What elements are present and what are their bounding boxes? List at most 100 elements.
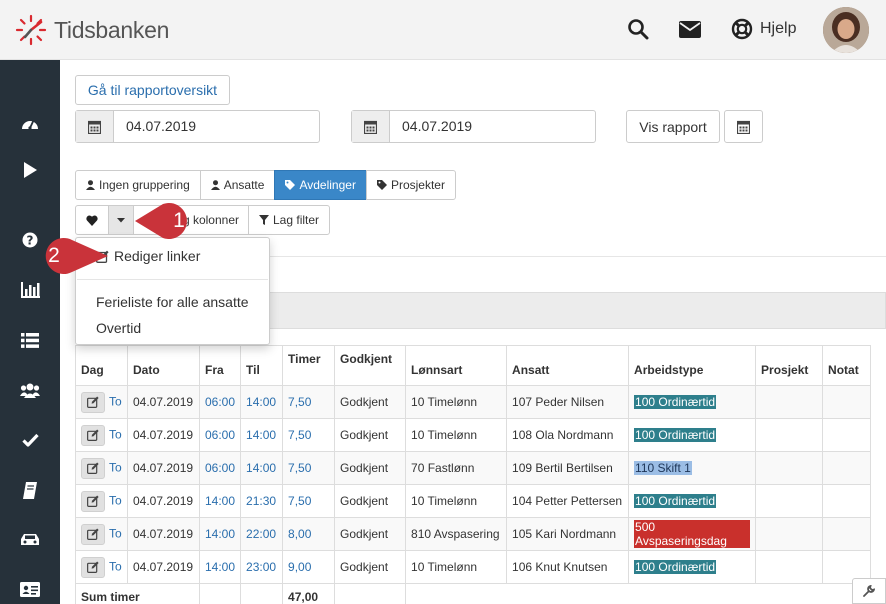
lifebuoy-icon[interactable] bbox=[729, 16, 755, 42]
day-link[interactable]: To bbox=[109, 559, 122, 573]
col-godkjent[interactable]: Godkjent bbox=[334, 345, 407, 386]
cell-timer[interactable]: 7,50 bbox=[282, 418, 336, 452]
col-notat[interactable]: Notat bbox=[822, 345, 872, 386]
favorites-dropdown-toggle[interactable] bbox=[108, 205, 134, 235]
date-to-value: 04.07.2019 bbox=[402, 118, 473, 134]
logo[interactable]: Tidsbanken bbox=[14, 12, 169, 48]
day-link[interactable]: To bbox=[109, 394, 122, 408]
car-icon[interactable] bbox=[18, 528, 42, 550]
col-ansatt[interactable]: Ansatt bbox=[506, 345, 630, 386]
calendar-icon[interactable] bbox=[352, 111, 390, 142]
col-timer[interactable]: Timer bbox=[282, 345, 336, 386]
callout-1-number: 1 bbox=[173, 209, 185, 232]
work-type-badge: 100 Ordinærtid bbox=[634, 395, 717, 409]
create-filter-button[interactable]: Lag filter bbox=[248, 205, 331, 235]
user-avatar[interactable] bbox=[823, 7, 869, 53]
cell-til[interactable]: 23:00 bbox=[240, 550, 284, 584]
edit-row-button[interactable] bbox=[81, 556, 105, 578]
group-employees-label: Ansatte bbox=[223, 178, 265, 192]
col-til[interactable]: Til bbox=[240, 345, 284, 386]
edit-links-menu-item[interactable]: Rediger linker bbox=[96, 248, 200, 264]
group-none-button[interactable]: Ingen gruppering bbox=[75, 170, 201, 200]
favorites-button[interactable] bbox=[75, 205, 109, 235]
col-dag[interactable]: Dag bbox=[75, 345, 128, 386]
col-lonnsart[interactable]: Lønnsart bbox=[405, 345, 508, 386]
cell-dato: 04.07.2019 bbox=[127, 385, 200, 419]
wrench-icon[interactable] bbox=[852, 578, 886, 604]
calendar-icon[interactable] bbox=[76, 111, 114, 142]
col-dato[interactable]: Dato bbox=[127, 345, 200, 386]
check-icon[interactable] bbox=[18, 429, 42, 451]
cell-til[interactable]: 21:30 bbox=[240, 484, 284, 518]
dropdown-item-holiday-list[interactable]: Ferieliste for alle ansatte bbox=[96, 294, 249, 310]
cell-arbeidstype: 110 Skift 1 bbox=[628, 451, 757, 485]
callout-1: 1 bbox=[133, 200, 203, 242]
sum-empty-cell bbox=[198, 583, 242, 604]
col-arbeidstype[interactable]: Arbeidstype bbox=[628, 345, 757, 386]
cell-dato: 04.07.2019 bbox=[127, 418, 200, 452]
sum-empty-cell bbox=[240, 583, 284, 604]
cell-timer[interactable]: 7,50 bbox=[282, 451, 336, 485]
cell-fra[interactable]: 06:00 bbox=[198, 451, 242, 485]
callout-2-number: 2 bbox=[48, 244, 60, 267]
cell-timer[interactable]: 7,50 bbox=[282, 484, 336, 518]
calendar-button[interactable] bbox=[724, 110, 763, 143]
show-report-button[interactable]: Vis rapport bbox=[626, 110, 720, 143]
cell-til[interactable]: 14:00 bbox=[240, 418, 284, 452]
edit-row-button[interactable] bbox=[81, 523, 105, 545]
envelope-icon[interactable] bbox=[677, 16, 703, 42]
group-projects-button[interactable]: Prosjekter bbox=[365, 170, 456, 200]
top-header: Tidsbanken Hjelp bbox=[0, 0, 886, 60]
edit-row-button[interactable] bbox=[81, 391, 105, 413]
cell-timer[interactable]: 8,00 bbox=[282, 517, 336, 551]
cell-fra[interactable]: 14:00 bbox=[198, 517, 242, 551]
bar-chart-icon[interactable] bbox=[18, 279, 42, 301]
edit-icon bbox=[87, 429, 99, 441]
work-type-badge: 100 Ordinærtid bbox=[634, 560, 717, 574]
dropdown-item-overtime[interactable]: Overtid bbox=[96, 320, 141, 336]
cell-lonnsart: 10 Timelønn bbox=[405, 385, 508, 419]
cell-til[interactable]: 14:00 bbox=[240, 451, 284, 485]
sum-value: 47,00 bbox=[282, 583, 336, 604]
day-link[interactable]: To bbox=[109, 427, 122, 441]
cell-lonnsart: 10 Timelønn bbox=[405, 550, 508, 584]
cell-timer[interactable]: 7,50 bbox=[282, 385, 336, 419]
cell-notat bbox=[822, 451, 872, 485]
cell-ansatt: 108 Ola Nordmann bbox=[506, 418, 630, 452]
book-icon[interactable] bbox=[18, 479, 42, 501]
day-link[interactable]: To bbox=[109, 526, 122, 540]
day-link[interactable]: To bbox=[109, 460, 122, 474]
col-prosjekt[interactable]: Prosjekt bbox=[755, 345, 824, 386]
edit-row-button[interactable] bbox=[81, 424, 105, 446]
search-icon[interactable] bbox=[625, 16, 651, 42]
cell-ansatt: 105 Kari Nordmann bbox=[506, 517, 630, 551]
cell-prosjekt bbox=[755, 418, 824, 452]
dashboard-icon[interactable] bbox=[18, 112, 42, 134]
cell-godkjent: Godkjent bbox=[334, 484, 407, 518]
cell-til[interactable]: 22:00 bbox=[240, 517, 284, 551]
id-card-icon[interactable] bbox=[18, 578, 42, 600]
date-to-field[interactable]: 04.07.2019 bbox=[351, 110, 596, 143]
group-departments-button[interactable]: Avdelinger bbox=[274, 170, 367, 200]
cell-arbeidstype: 100 Ordinærtid bbox=[628, 484, 757, 518]
edit-row-button[interactable] bbox=[81, 457, 105, 479]
cell-timer[interactable]: 9,00 bbox=[282, 550, 336, 584]
users-icon[interactable] bbox=[18, 379, 42, 401]
cell-fra[interactable]: 14:00 bbox=[198, 484, 242, 518]
cell-arbeidstype: 100 Ordinærtid bbox=[628, 418, 757, 452]
play-icon[interactable] bbox=[18, 159, 42, 181]
cell-fra[interactable]: 06:00 bbox=[198, 385, 242, 419]
cell-til[interactable]: 14:00 bbox=[240, 385, 284, 419]
report-overview-button[interactable]: Gå til rapportoversikt bbox=[75, 75, 230, 105]
help-link[interactable]: Hjelp bbox=[760, 20, 796, 38]
col-fra[interactable]: Fra bbox=[198, 345, 242, 386]
cell-fra[interactable]: 06:00 bbox=[198, 418, 242, 452]
tag-icon bbox=[376, 180, 387, 190]
cell-fra[interactable]: 14:00 bbox=[198, 550, 242, 584]
edit-row-button[interactable] bbox=[81, 490, 105, 512]
cell-dato: 04.07.2019 bbox=[127, 550, 200, 584]
date-from-field[interactable]: 04.07.2019 bbox=[75, 110, 320, 143]
group-employees-button[interactable]: Ansatte bbox=[199, 170, 276, 200]
list-icon[interactable] bbox=[18, 329, 42, 351]
day-link[interactable]: To bbox=[109, 493, 122, 507]
